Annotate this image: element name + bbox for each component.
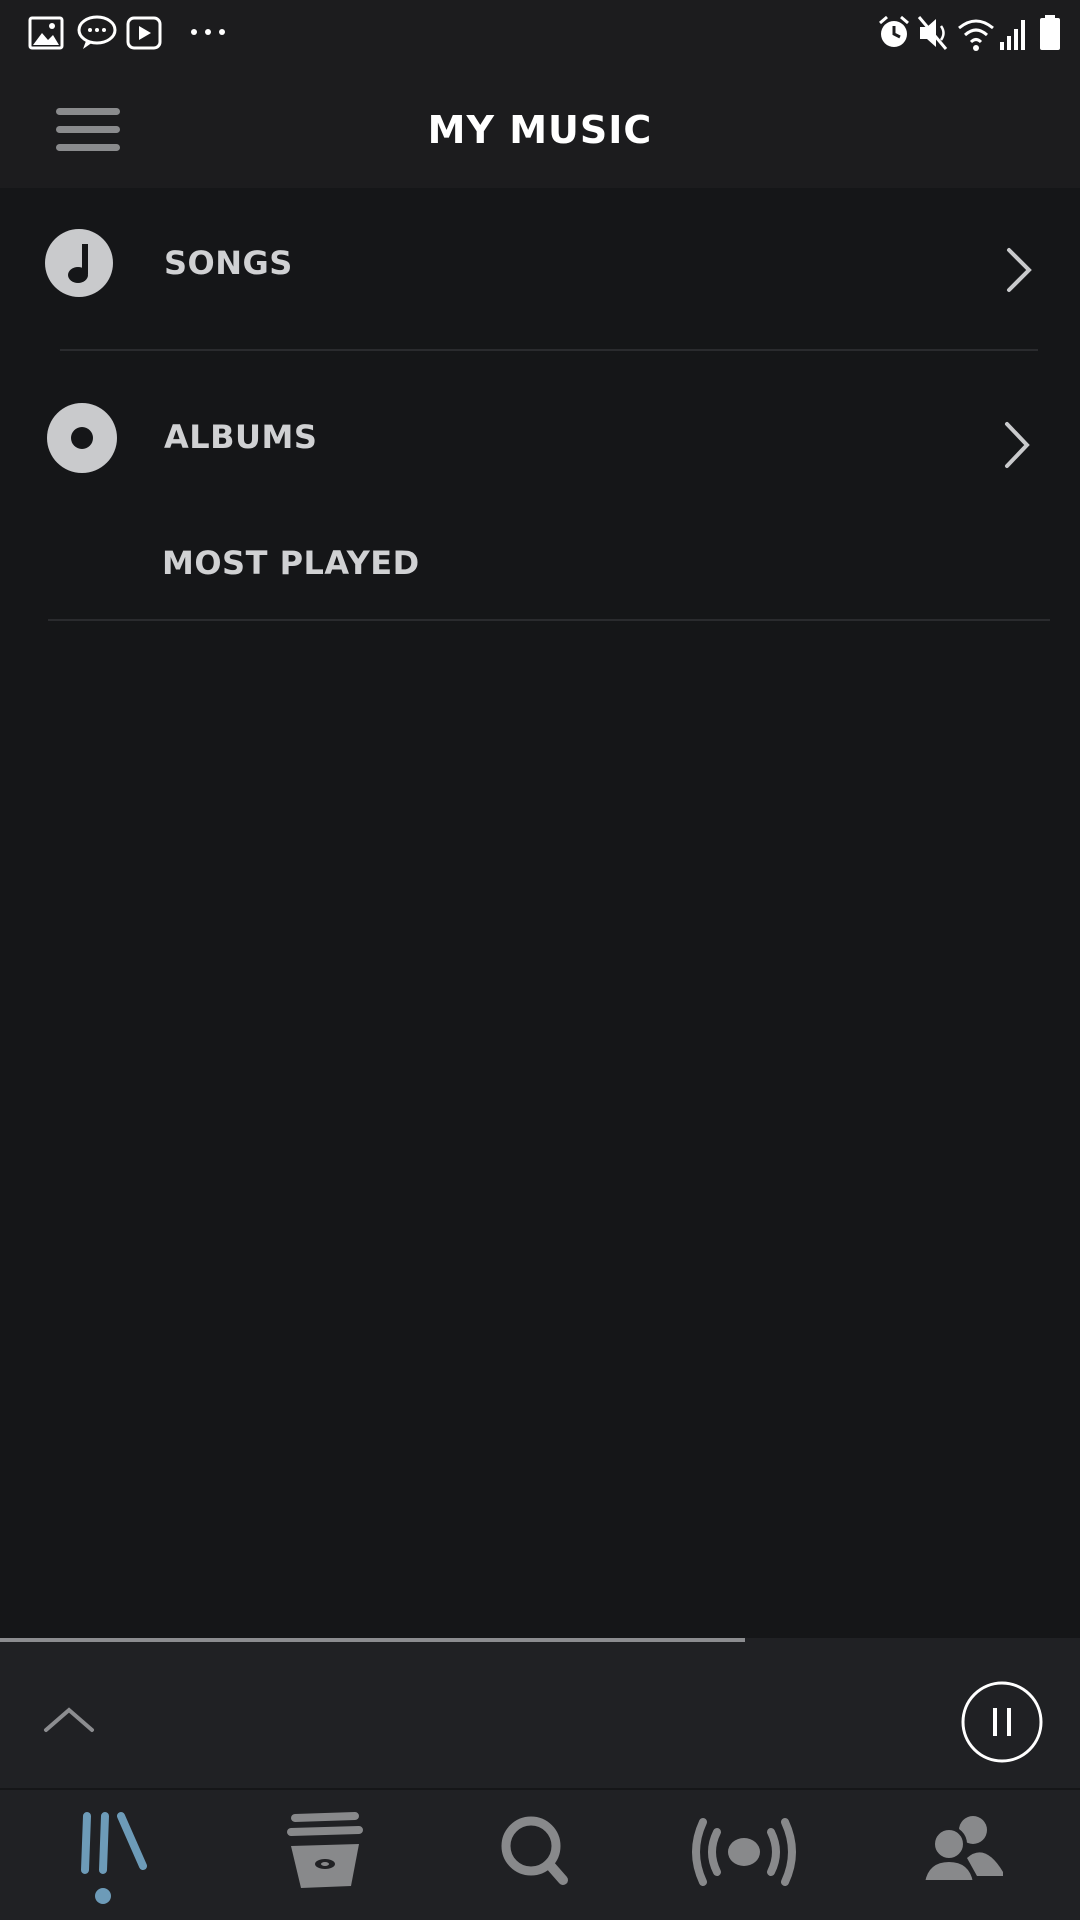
playback-progress[interactable] [0,1638,1080,1642]
chevron-right-icon [1007,248,1032,292]
music-note-icon [45,229,113,297]
most-played-label: MOST PLAYED [162,544,420,582]
app-header: MY MUSIC [0,64,1080,188]
signal-icon [1000,20,1025,50]
alarm-icon [879,15,909,47]
battery-icon [1040,15,1060,50]
library-icon [81,1812,147,1904]
status-bar [0,0,1080,64]
chat-icon [77,15,117,49]
radio-icon [692,1818,796,1886]
songs-label: SONGS [164,244,293,282]
list-item-albums[interactable]: ALBUMS [0,360,1080,510]
wifi-icon [958,19,994,51]
tab-friends[interactable] [856,1790,1072,1920]
albums-label: ALBUMS [164,418,318,456]
mini-player [0,1638,1080,1788]
tab-library[interactable] [8,1790,224,1920]
list-item-songs[interactable]: SONGS [0,188,1080,348]
album-icon [47,403,117,473]
tab-browse[interactable] [218,1790,434,1920]
playback-progress-fill [0,1638,746,1642]
list-item-most-played[interactable]: MOST PLAYED [0,510,1080,620]
video-icon [126,16,162,50]
gallery-icon [28,16,64,50]
chevron-right-icon [1005,422,1030,468]
friends-icon [920,1816,1003,1884]
more-dots-icon [191,29,225,35]
browse-icon [287,1812,363,1888]
tab-search[interactable] [428,1790,644,1920]
pause-icon[interactable] [960,1680,1044,1764]
search-icon [501,1816,568,1885]
bottom-tab-bar [0,1790,1080,1920]
mute-icon [917,16,948,50]
divider [48,619,1050,621]
page-title: MY MUSIC [427,108,653,152]
tab-radio[interactable] [636,1790,852,1920]
chevron-up-icon[interactable] [42,1704,96,1736]
divider [60,349,1038,351]
